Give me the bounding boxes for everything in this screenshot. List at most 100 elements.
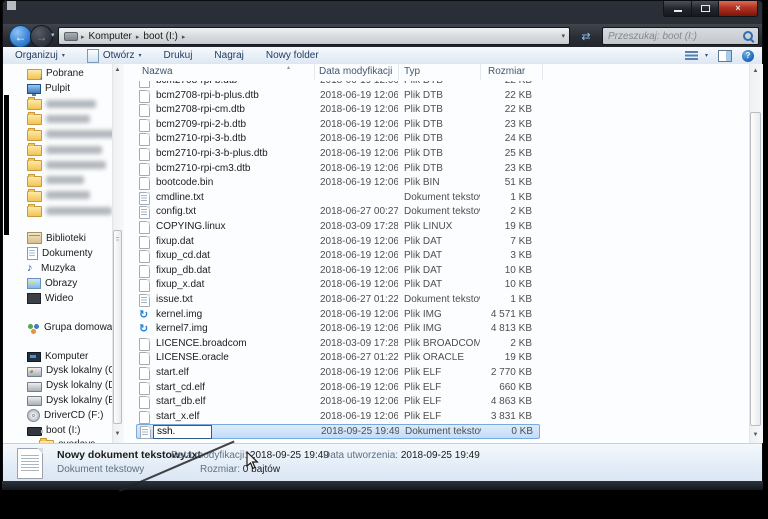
sidebar-item-dysk-lokalny-d[interactable]: Dysk lokalny (D:)	[27, 379, 122, 393]
refresh-button[interactable]: ⇄	[574, 27, 598, 45]
sidebar-scroll-up-icon[interactable]: ▲	[112, 67, 123, 73]
file-row-cmdline-txt[interactable]: cmdline.txtDokument tekstowy1 KB	[136, 191, 540, 206]
file-row-LICENCE-broadcom[interactable]: LICENCE.broadcom2018-03-09 17:28Plik BRO…	[136, 337, 540, 352]
sidebar-item-pulpit[interactable]: Pulpit	[27, 81, 70, 95]
sidebar-item-drivercd-f[interactable]: DriverCD (F:)	[27, 408, 103, 422]
column-header-name[interactable]: Nazwa	[142, 66, 173, 77]
close-button[interactable]: ×	[718, 1, 758, 17]
file-modified: 2018-06-19 12:06	[314, 366, 398, 381]
file-row-bcm2710-rpi-3-b-plus-dtb[interactable]: bcm2710-rpi-3-b-plus.dtb2018-06-19 12:06…	[136, 147, 540, 162]
file-type: Plik DAT	[398, 249, 480, 264]
file-modified: 2018-06-19 12:06	[314, 176, 398, 191]
sidebar-item-pobrane[interactable]: Pobrane	[27, 66, 84, 80]
column-header-size[interactable]: Rozmiar	[488, 66, 525, 77]
minimize-button[interactable]	[663, 1, 692, 17]
sidebar-item-muzyka[interactable]: ♪Muzyka	[27, 261, 75, 275]
file-row-bcm2710-rpi-3-b-dtb[interactable]: bcm2710-rpi-3-b.dtb2018-06-19 12:06Plik …	[136, 132, 540, 147]
main-area: PobranePulpit Biblioteki Dokumenty ♪MuzykaO…	[3, 64, 762, 443]
back-button[interactable]: ←	[9, 25, 32, 48]
file-name-cell: bcm2709-rpi-2-b.dtb	[136, 118, 314, 133]
sidebar-item-redacted[interactable]	[27, 188, 90, 202]
sidebar-item-redacted[interactable]	[27, 112, 90, 126]
sidebar-item-wideo[interactable]: Wideo	[27, 291, 73, 305]
new-folder-button[interactable]: Nowy folder	[260, 47, 325, 64]
file-row-fixup-cd-dat[interactable]: fixup_cd.dat2018-06-19 12:06Plik DAT3 KB	[136, 249, 540, 264]
file-row-fixup-db-dat[interactable]: fixup_db.dat2018-06-19 12:06Plik DAT10 K…	[136, 264, 540, 279]
file-row-COPYING-linux[interactable]: COPYING.linux2018-03-09 17:28Plik LINUX1…	[136, 220, 540, 235]
print-button[interactable]: Drukuj	[158, 47, 199, 64]
sidebar-item-boot-i[interactable]: boot (I:)	[27, 423, 80, 437]
file-row-kernel-img[interactable]: ↻kernel.img2018-06-19 12:06Plik IMG4 571…	[136, 308, 540, 323]
file-name: start_cd.elf	[156, 381, 205, 396]
sidebar-item-biblioteki[interactable]: Biblioteki	[27, 231, 86, 245]
sidebar-item-dysk-lokalny-c[interactable]: Dysk lokalny (C:)	[27, 364, 122, 378]
breadcrumb-item[interactable]: Komputer	[86, 31, 135, 42]
address-bar[interactable]: ▸Komputer▸boot (I:)▸ ▾	[58, 27, 570, 45]
redacted-label	[46, 100, 96, 108]
help-icon[interactable]: ?	[742, 50, 754, 62]
file-row-start-db-elf[interactable]: start_db.elf2018-06-19 12:06Plik ELF4 86…	[136, 395, 540, 410]
sidebar-item-redacted[interactable]	[27, 204, 112, 218]
file-size: 4 571 KB	[480, 308, 538, 323]
file-name-cell: bcm2708-rpi-b-plus.dtb	[136, 89, 314, 104]
crumb-arrow-icon[interactable]: ▸	[181, 34, 187, 41]
sidebar-item-label: Dokumenty	[42, 248, 93, 259]
breadcrumb-item[interactable]: boot (I:)	[140, 31, 180, 42]
list-scroll-down-icon[interactable]: ▼	[749, 432, 762, 438]
sidebar-item-dysk-lokalny-e[interactable]: Dysk lokalny (E:)	[27, 393, 121, 407]
file-row-config-txt[interactable]: config.txt2018-06-27 00:27Dokument tekst…	[136, 205, 540, 220]
sidebar-item-dokumenty[interactable]: Dokumenty	[27, 246, 93, 260]
file-row-ssh[interactable]: ssh.2018-09-25 19:49Dokument tekstowy0 K…	[136, 424, 540, 439]
recent-pages-dropdown[interactable]: ▾	[51, 31, 55, 39]
file-row-bcm2708-rpi-b-plus-dtb[interactable]: bcm2708-rpi-b-plus.dtb2018-06-19 12:06Pl…	[136, 89, 540, 104]
list-scrollbar-thumb[interactable]	[750, 112, 761, 426]
sidebar-scrollbar-thumb[interactable]	[113, 230, 122, 424]
burn-button[interactable]: Nagraj	[208, 47, 249, 64]
column-header-modified[interactable]: Data modyfikacji	[319, 66, 392, 77]
file-type: Dokument tekstowy	[399, 425, 481, 440]
file-size: 19 KB	[480, 351, 538, 366]
file-row-bcm2708-rpi-cm-dtb[interactable]: bcm2708-rpi-cm.dtb2018-06-19 12:06Plik D…	[136, 103, 540, 118]
column-header-type[interactable]: Typ	[404, 66, 420, 77]
libraries-icon	[27, 232, 42, 244]
file-row-bcm2708-rpi-b-dtb[interactable]: bcm2708-rpi-b.dtb2018-06-19 12:06Plik DT…	[136, 81, 540, 89]
sidebar-item-grupa-domowa[interactable]: Grupa domowa	[27, 320, 112, 334]
sidebar-item-komputer[interactable]: Komputer	[27, 349, 88, 363]
rename-input[interactable]: ssh.	[153, 425, 212, 439]
maximize-button[interactable]	[692, 1, 718, 17]
file-icon	[139, 396, 150, 409]
sidebar-item-redacted[interactable]	[27, 173, 84, 187]
file-row-fixup-x-dat[interactable]: fixup_x.dat2018-06-19 12:06Plik DAT10 KB	[136, 278, 540, 293]
sidebar-item-redacted[interactable]	[27, 158, 106, 172]
organize-button[interactable]: Organizuj ▾	[9, 47, 71, 64]
file-name-cell: bcm2710-rpi-cm3.dtb	[136, 162, 314, 177]
change-view-button[interactable]: ▾	[683, 51, 710, 60]
sidebar-item-redacted[interactable]	[27, 97, 96, 111]
list-scroll-up-icon[interactable]: ▲	[749, 68, 762, 74]
open-button[interactable]: Otwórz ▾	[81, 47, 148, 64]
address-dropdown-icon[interactable]: ▾	[561, 32, 565, 40]
file-row-kernel7-img[interactable]: ↻kernel7.img2018-06-19 12:06Plik IMG4 81…	[136, 322, 540, 337]
file-type: Plik DAT	[398, 235, 480, 250]
sidebar-item-obrazy[interactable]: Obrazy	[27, 276, 77, 290]
search-box[interactable]: Przeszukaj: boot (I:)	[602, 27, 759, 45]
drive-icon	[27, 396, 42, 406]
file-name-cell: fixup_cd.dat	[136, 249, 314, 264]
sidebar-scroll-down-icon[interactable]: ▼	[112, 431, 123, 437]
folder-icon	[27, 99, 42, 110]
file-row-bootcode-bin[interactable]: bootcode.bin2018-06-19 12:06Plik BIN51 K…	[136, 176, 540, 191]
forward-button[interactable]: →	[30, 25, 53, 48]
file-name: start_x.elf	[156, 410, 199, 425]
file-icon	[139, 279, 150, 292]
sidebar-item-redacted[interactable]	[27, 127, 120, 141]
preview-pane-icon[interactable]	[718, 50, 732, 62]
file-row-start-elf[interactable]: start.elf2018-06-19 12:06Plik ELF2 770 K…	[136, 366, 540, 381]
file-row-bcm2709-rpi-2-b-dtb[interactable]: bcm2709-rpi-2-b.dtb2018-06-19 12:06Plik …	[136, 118, 540, 133]
file-row-issue-txt[interactable]: issue.txt2018-06-27 01:22Dokument teksto…	[136, 293, 540, 308]
file-row-start-x-elf[interactable]: start_x.elf2018-06-19 12:06Plik ELF3 831…	[136, 410, 540, 425]
file-row-start-cd-elf[interactable]: start_cd.elf2018-06-19 12:06Plik ELF660 …	[136, 381, 540, 396]
file-row-fixup-dat[interactable]: fixup.dat2018-06-19 12:06Plik DAT7 KB	[136, 235, 540, 250]
file-row-LICENSE-oracle[interactable]: LICENSE.oracle2018-06-27 01:22Plik ORACL…	[136, 351, 540, 366]
file-row-bcm2710-rpi-cm3-dtb[interactable]: bcm2710-rpi-cm3.dtb2018-06-19 12:06Plik …	[136, 162, 540, 177]
sidebar-item-redacted[interactable]	[27, 143, 102, 157]
